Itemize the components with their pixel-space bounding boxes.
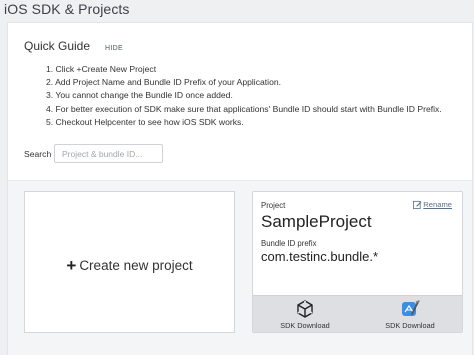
quick-guide-header: Quick Guide HIDE	[24, 39, 123, 53]
guide-step: 5. Checkout Helpcenter to see how iOS SD…	[46, 116, 244, 127]
guide-step: 3. You cannot change the Bundle ID once …	[46, 90, 233, 101]
xcode-icon	[402, 300, 420, 316]
sdk-download-label: SDK Download	[280, 321, 330, 330]
sdk-download-label: SDK Download	[385, 321, 435, 330]
quick-guide-title: Quick Guide	[24, 39, 91, 53]
rename-button[interactable]: Rename	[413, 200, 452, 209]
sdk-download-bar: SDK Download SDK Download	[253, 295, 462, 332]
xcode-sdk-download-button[interactable]: SDK Download	[365, 299, 455, 330]
unity-sdk-download-button[interactable]: SDK Download	[260, 299, 350, 330]
project-caption: Project	[261, 201, 286, 210]
plus-icon: +	[66, 255, 77, 275]
search-input[interactable]	[54, 144, 163, 163]
create-project-card[interactable]: + Create new project	[24, 191, 235, 333]
page-title: iOS SDK & Projects	[4, 1, 130, 17]
main-panel: Quick Guide HIDE 1. Click +Create New Pr…	[7, 22, 473, 355]
project-card: Project Rename SampleProject Bundle ID p…	[252, 191, 463, 333]
guide-step: 1. Click +Create New Project	[46, 64, 157, 74]
bundle-id-caption: Bundle ID prefix	[261, 239, 317, 248]
edit-icon	[413, 200, 422, 209]
quick-guide-steps: 1. Click +Create New Project 2. Add Proj…	[46, 63, 442, 129]
project-name: SampleProject	[261, 212, 372, 231]
guide-step: 2. Add Project Name and Bundle ID Prefix…	[46, 77, 282, 88]
search-label: Search	[24, 149, 52, 159]
hide-guide-link[interactable]: HIDE	[105, 45, 123, 52]
create-project-label: Create new project	[79, 257, 193, 273]
unity-icon	[297, 300, 313, 318]
guide-step: 4. For better execution of SDK make sure…	[46, 103, 442, 114]
rename-label: Rename	[423, 200, 452, 209]
bundle-id-value: com.testinc.bundle.*	[261, 249, 379, 264]
